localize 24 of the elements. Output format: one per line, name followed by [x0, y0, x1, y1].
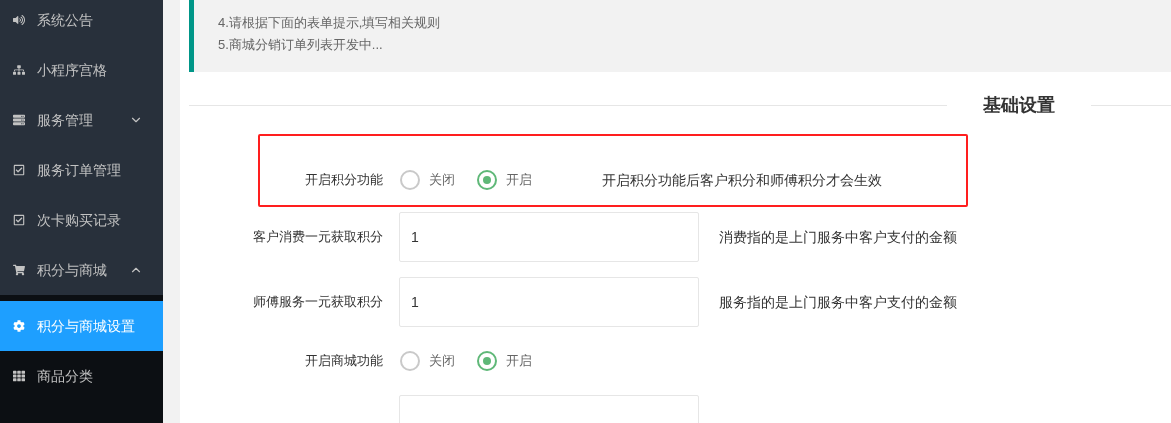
field-label: 师傅服务一元获取积分 — [253, 293, 383, 312]
gear-icon — [13, 320, 25, 332]
server-icon — [13, 114, 25, 126]
notice-line: 5.商城分销订单列表开发中... — [218, 36, 384, 54]
cart-icon — [13, 264, 25, 276]
text-input[interactable]: 1 — [399, 212, 699, 262]
radio-option[interactable]: 关闭 — [400, 351, 455, 371]
notice-line: 4.请根据下面的表单提示,填写相关规则 — [218, 14, 442, 32]
radio-option[interactable]: 关闭 — [400, 170, 455, 190]
field-label: 开启积分功能 — [305, 171, 383, 190]
hint-text: 消费指的是上门服务中客户支付的金额 — [719, 227, 957, 247]
sitemap-icon — [13, 64, 25, 76]
field-label: 客户消费一元获取积分 — [253, 228, 383, 247]
section-title: 基础设置 — [982, 93, 1056, 117]
checkbox-icon — [13, 214, 25, 226]
hint-text: 开启积分功能后客户积分和师傅积分才会生效 — [602, 170, 882, 190]
radio-option[interactable]: 开启 — [477, 170, 532, 190]
grid-icon — [13, 370, 25, 382]
speaker-icon — [13, 14, 25, 26]
field-label: 开启商城功能 — [305, 352, 383, 371]
checkbox-icon — [13, 164, 25, 176]
hint-text: 服务指的是上门服务中客户支付的金额 — [719, 292, 957, 312]
radio-option[interactable]: 开启 — [477, 351, 532, 371]
text-input[interactable]: 1 — [399, 277, 699, 327]
